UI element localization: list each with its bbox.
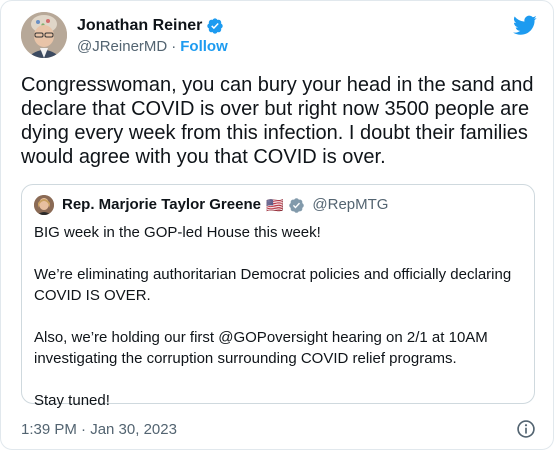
author-handle-row: @JReinerMD · Follow (77, 38, 228, 56)
tweet-timestamp[interactable]: 1:39 PM · Jan 30, 2023 (21, 421, 177, 439)
author-name[interactable]: Jonathan Reiner (77, 16, 224, 35)
quoted-author-handle: @RepMTG (312, 196, 389, 213)
tweet-text: Congresswoman, you can bury your head in… (21, 74, 534, 168)
follow-button[interactable]: Follow (180, 38, 228, 56)
quoted-paragraph: Also, we’re holding our first @GOPoversi… (34, 329, 488, 367)
info-icon[interactable] (516, 419, 536, 439)
verified-badge-icon (289, 197, 305, 213)
verified-badge-icon (207, 17, 224, 34)
quoted-author-avatar (34, 195, 54, 215)
author-handle[interactable]: @JReinerMD (77, 38, 167, 56)
handle-separator: · (171, 38, 177, 55)
quoted-tweet-header: Rep. Marjorie Taylor Greene 🇺🇸 @RepMTG (34, 195, 388, 215)
quoted-paragraph: BIG week in the GOP-led House this week! (34, 224, 321, 241)
quoted-tweet-text: BIG week in the GOP-led House this week!… (34, 222, 522, 411)
quoted-paragraph: Stay tuned! (34, 392, 110, 409)
quoted-tweet[interactable]: Rep. Marjorie Taylor Greene 🇺🇸 @RepMTG B… (21, 184, 535, 409)
author-avatar[interactable] (21, 12, 67, 58)
us-flag-icon: 🇺🇸 (265, 197, 284, 213)
twitter-bird-icon[interactable] (513, 13, 537, 37)
tweet-card: Jonathan Reiner @JReinerMD · Follow Cong… (0, 0, 554, 450)
quoted-author-name: Rep. Marjorie Taylor Greene (62, 196, 261, 213)
author-name-label[interactable]: Jonathan Reiner (77, 16, 202, 35)
quoted-paragraph: We’re eliminating authoritarian Democrat… (34, 266, 512, 304)
